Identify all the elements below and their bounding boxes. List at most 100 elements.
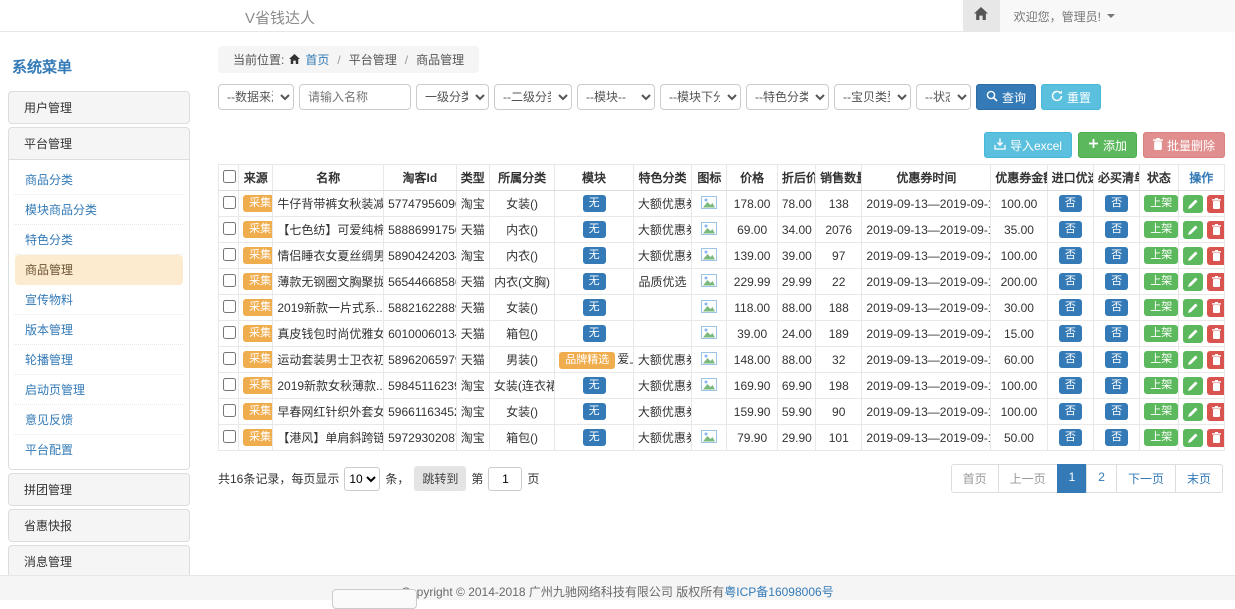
must-buy-toggle[interactable]: 否 [1105, 403, 1128, 420]
must-buy-toggle[interactable]: 否 [1105, 377, 1128, 394]
sidebar-item-商品分类[interactable]: 商品分类 [15, 165, 183, 195]
must-buy-toggle[interactable]: 否 [1105, 351, 1128, 368]
status-select[interactable]: --状态-- [916, 84, 971, 110]
delete-button[interactable] [1207, 377, 1225, 395]
edit-button[interactable] [1183, 273, 1203, 291]
edit-button[interactable] [1183, 403, 1203, 421]
batch-delete-button[interactable]: 批量删除 [1143, 132, 1225, 158]
status-badge[interactable]: 上架 [1144, 377, 1178, 394]
pager-button[interactable]: 1 [1057, 464, 1088, 493]
status-badge[interactable]: 上架 [1144, 247, 1178, 264]
status-badge[interactable]: 上架 [1144, 429, 1178, 446]
row-checkbox[interactable] [223, 274, 236, 287]
import-optimal-toggle[interactable]: 否 [1059, 195, 1082, 212]
delete-button[interactable] [1207, 247, 1225, 265]
row-checkbox[interactable] [223, 378, 236, 391]
pager-button[interactable]: 首页 [951, 464, 999, 493]
row-checkbox[interactable] [223, 326, 236, 339]
level1-category-select[interactable]: 一级分类 [416, 84, 489, 110]
import-optimal-toggle[interactable]: 否 [1059, 273, 1082, 290]
must-buy-toggle[interactable]: 否 [1105, 221, 1128, 238]
must-buy-toggle[interactable]: 否 [1105, 325, 1128, 342]
sidebar-item-启动页管理[interactable]: 启动页管理 [15, 375, 183, 405]
delete-button[interactable] [1207, 273, 1225, 291]
import-excel-button[interactable]: 导入excel [984, 132, 1072, 158]
row-checkbox[interactable] [223, 222, 236, 235]
name-input[interactable] [299, 84, 411, 110]
import-optimal-toggle[interactable]: 否 [1059, 377, 1082, 394]
edit-button[interactable] [1183, 299, 1203, 317]
pager-button[interactable]: 末页 [1175, 464, 1223, 493]
breadcrumb-home-link[interactable]: 首页 [305, 51, 329, 68]
sidebar-section-省惠快报[interactable]: 省惠快报 [9, 510, 189, 541]
per-page-select[interactable]: 10 [344, 467, 380, 491]
import-optimal-toggle[interactable]: 否 [1059, 247, 1082, 264]
sidebar-section-用户管理[interactable]: 用户管理 [9, 92, 189, 123]
sidebar-item-意见反馈[interactable]: 意见反馈 [15, 405, 183, 435]
import-optimal-toggle[interactable]: 否 [1059, 351, 1082, 368]
search-button[interactable]: 查询 [976, 84, 1036, 110]
sidebar-item-模块商品分类[interactable]: 模块商品分类 [15, 195, 183, 225]
jump-button[interactable]: 跳转到 [414, 466, 466, 491]
import-optimal-toggle[interactable]: 否 [1059, 221, 1082, 238]
home-button[interactable] [963, 0, 1000, 32]
import-optimal-toggle[interactable]: 否 [1059, 325, 1082, 342]
row-checkbox[interactable] [223, 430, 236, 443]
delete-button[interactable] [1207, 299, 1225, 317]
row-checkbox[interactable] [223, 196, 236, 209]
pager-button[interactable]: 下一页 [1116, 464, 1176, 493]
sidebar-item-特色分类[interactable]: 特色分类 [15, 225, 183, 255]
row-checkbox[interactable] [223, 404, 236, 417]
import-optimal-toggle[interactable]: 否 [1059, 403, 1082, 420]
sidebar-item-轮播管理[interactable]: 轮播管理 [15, 345, 183, 375]
sidebar-item-版本管理[interactable]: 版本管理 [15, 315, 183, 345]
delete-button[interactable] [1207, 221, 1225, 239]
edit-button[interactable] [1183, 377, 1203, 395]
module-select[interactable]: --模块-- [577, 84, 655, 110]
icp-link[interactable]: 粤ICP备16098006号 [724, 585, 833, 599]
import-optimal-toggle[interactable]: 否 [1059, 429, 1082, 446]
row-checkbox[interactable] [223, 248, 236, 261]
edit-button[interactable] [1183, 325, 1203, 343]
edit-button[interactable] [1183, 429, 1203, 447]
edit-button[interactable] [1183, 195, 1203, 213]
edit-button[interactable] [1183, 351, 1203, 369]
row-checkbox[interactable] [223, 300, 236, 313]
row-checkbox[interactable] [223, 352, 236, 365]
sidebar-section-拼团管理[interactable]: 拼团管理 [9, 474, 189, 505]
delete-button[interactable] [1207, 195, 1225, 213]
status-badge[interactable]: 上架 [1144, 273, 1178, 290]
sidebar-item-宣传物料[interactable]: 宣传物料 [15, 285, 183, 315]
status-badge[interactable]: 上架 [1144, 221, 1178, 238]
reset-button[interactable]: 重置 [1041, 84, 1101, 110]
status-badge[interactable]: 上架 [1144, 325, 1178, 342]
must-buy-toggle[interactable]: 否 [1105, 429, 1128, 446]
delete-button[interactable] [1207, 429, 1225, 447]
add-button[interactable]: 添加 [1078, 132, 1137, 158]
level2-category-select[interactable]: --二级分类-- [494, 84, 572, 110]
must-buy-toggle[interactable]: 否 [1105, 247, 1128, 264]
sidebar-item-平台配置[interactable]: 平台配置 [15, 435, 183, 464]
module-sub-select[interactable]: --模块下分类-- [660, 84, 741, 110]
page-input[interactable] [488, 467, 522, 491]
must-buy-toggle[interactable]: 否 [1105, 273, 1128, 290]
must-buy-toggle[interactable]: 否 [1105, 299, 1128, 316]
pager-button[interactable]: 上一页 [998, 464, 1058, 493]
sidebar-section-平台管理[interactable]: 平台管理 [9, 128, 189, 159]
feature-category-select[interactable]: --特色分类-- [746, 84, 829, 110]
edit-button[interactable] [1183, 221, 1203, 239]
delete-button[interactable] [1207, 325, 1225, 343]
status-badge[interactable]: 上架 [1144, 299, 1178, 316]
data-source-select[interactable]: --数据来源-- [218, 84, 294, 110]
user-menu[interactable]: 欢迎您，管理员! [1000, 0, 1235, 32]
status-badge[interactable]: 上架 [1144, 403, 1178, 420]
import-optimal-toggle[interactable]: 否 [1059, 299, 1082, 316]
sidebar-item-商品管理[interactable]: 商品管理 [15, 255, 183, 285]
delete-button[interactable] [1207, 403, 1225, 421]
must-buy-toggle[interactable]: 否 [1105, 195, 1128, 212]
status-badge[interactable]: 上架 [1144, 195, 1178, 212]
edit-button[interactable] [1183, 247, 1203, 265]
status-badge[interactable]: 上架 [1144, 351, 1178, 368]
item-type-select[interactable]: --宝贝类型-- [834, 84, 911, 110]
delete-button[interactable] [1207, 351, 1225, 369]
